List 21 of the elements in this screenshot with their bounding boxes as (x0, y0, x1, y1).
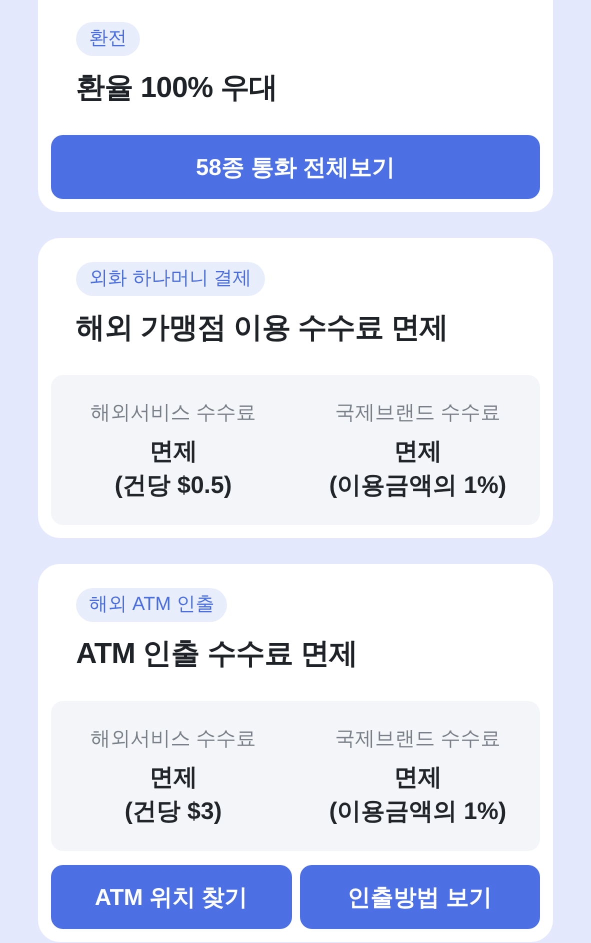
action-button[interactable]: ATM 위치 찾기 (51, 865, 292, 929)
category-tag: 환전 (76, 22, 140, 56)
fee-value: 면제 (149, 437, 198, 467)
fee-label: 국제브랜드 수수료 (334, 401, 501, 426)
fee-value: 면제 (149, 763, 198, 793)
category-tag: 외화 하나머니 결제 (76, 262, 265, 296)
action-button[interactable]: 인출방법 보기 (300, 865, 540, 929)
fee-label: 국제브랜드 수수료 (334, 727, 501, 752)
card-title: 환율 100% 우대 (75, 71, 278, 106)
card-title: ATM 인출 수수료 면제 (75, 637, 358, 672)
fee-detail: (이용금액의 1%) (329, 797, 506, 827)
fee-detail: (건당 $0.5) (114, 471, 232, 501)
category-tag: 해외 ATM 인출 (76, 588, 228, 622)
fee-value: 면제 (394, 763, 442, 793)
fee-label: 해외서비스 수수료 (90, 401, 256, 426)
fee-value: 면제 (394, 437, 442, 467)
fee-detail: (건당 $3) (124, 797, 222, 827)
fee-label: 해외서비스 수수료 (90, 727, 256, 752)
card-title: 해외 가맹점 이용 수수료 면제 (75, 311, 450, 346)
fee-detail: (이용금액의 1%) (329, 471, 506, 501)
action-button[interactable]: 58종 통화 전체보기 (51, 135, 540, 199)
